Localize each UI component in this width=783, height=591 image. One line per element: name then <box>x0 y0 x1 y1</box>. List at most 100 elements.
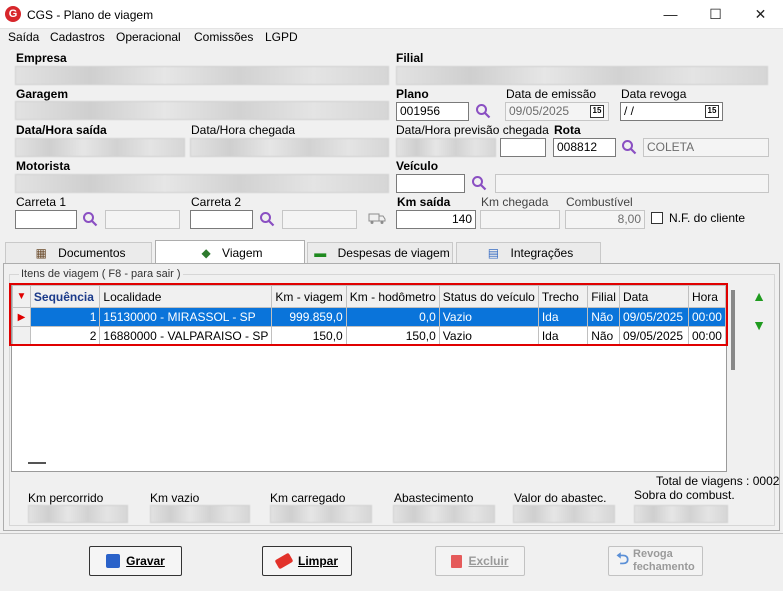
nf-cliente-checkbox[interactable] <box>651 212 663 224</box>
empresa-label: Empresa <box>16 51 67 65</box>
motorista-field[interactable] <box>15 174 389 193</box>
rota-search-icon[interactable] <box>621 139 637 155</box>
km-saida-input[interactable]: 140 <box>396 210 476 229</box>
abastecimento-label: Abastecimento <box>394 491 474 505</box>
table-row[interactable]: ▶ 1 15130000 - MIRASSOL - SP 999.859,0 0… <box>12 307 727 327</box>
km-percorrido-field <box>28 505 128 523</box>
col-data[interactable]: Data <box>618 285 689 308</box>
cell-localidade[interactable]: 15130000 - MIRASSOL - SP <box>99 307 273 327</box>
data-revoga-calendar-icon[interactable]: 15 <box>705 105 719 118</box>
plano-input[interactable]: 001956 <box>396 102 469 121</box>
km-percorrido-label: Km percorrido <box>28 491 104 505</box>
scrollbar-thumb[interactable] <box>731 290 735 370</box>
maximize-button[interactable]: ☐ <box>693 0 738 29</box>
km-chegada-input[interactable] <box>480 210 560 229</box>
motorista-label: Motorista <box>16 159 70 173</box>
revoga-label-stack: Revoga fechamento <box>633 548 695 573</box>
cell-km-hodometro[interactable]: 0,0 <box>345 307 440 327</box>
minimize-button[interactable]: — <box>648 0 693 29</box>
cell-localidade[interactable]: 16880000 - VALPARAISO - SP <box>99 326 273 346</box>
col-sequencia[interactable]: Sequência <box>29 285 101 308</box>
eraser-icon <box>274 552 294 570</box>
col-km-hodometro[interactable]: Km - hodômetro <box>345 285 440 308</box>
close-button[interactable]: ✕ <box>738 0 783 29</box>
hora-previsao-field[interactable] <box>500 138 546 157</box>
move-down-arrow-icon[interactable]: ▼ <box>752 317 766 333</box>
km-vazio-label: Km vazio <box>150 491 200 505</box>
carreta2-search-icon[interactable] <box>259 211 275 227</box>
truck-icon[interactable] <box>368 211 386 225</box>
rota-label: Rota <box>554 123 581 137</box>
carreta1-search-icon[interactable] <box>82 211 98 227</box>
garagem-field[interactable] <box>15 101 389 120</box>
menu-saida[interactable]: Saída <box>8 30 39 44</box>
cell-trecho[interactable]: Ida <box>537 326 589 346</box>
carreta2-label: Carreta 2 <box>191 195 242 209</box>
limpar-button[interactable]: Limpar <box>262 546 352 576</box>
cell-sequencia[interactable]: 1 <box>29 307 101 327</box>
menu-lgpd[interactable]: LGPD <box>265 30 298 44</box>
col-filial[interactable]: Filial <box>587 285 620 308</box>
menu-comissoes[interactable]: Comissões <box>194 30 253 44</box>
km-chegada-label: Km chegada <box>481 195 549 209</box>
revoga-fechamento-button[interactable]: ⮌ Revoga fechamento <box>608 546 703 576</box>
cell-sequencia[interactable]: 2 <box>29 326 101 346</box>
carreta1-descricao-field <box>105 210 180 229</box>
veiculo-search-icon[interactable] <box>471 175 487 191</box>
data-hora-saida-field[interactable] <box>15 138 185 157</box>
veiculo-descricao-field <box>495 174 769 193</box>
move-up-arrow-icon[interactable]: ▲ <box>752 288 766 304</box>
plano-search-icon[interactable] <box>475 103 491 119</box>
tab-integracoes[interactable]: ▤ Integrações <box>456 242 601 263</box>
itens-group-label: Itens de viagem ( F8 - para sair ) <box>19 268 183 280</box>
tab-despesas[interactable]: ▬ Despesas de viagem <box>307 242 453 263</box>
veiculo-label: Veículo <box>396 159 439 173</box>
filial-field[interactable] <box>396 66 768 85</box>
data-hora-chegada-field[interactable] <box>190 138 389 157</box>
cell-filial[interactable]: Não <box>587 326 620 346</box>
col-km-viagem[interactable]: Km - viagem <box>271 285 347 308</box>
grid-splitter[interactable] <box>28 462 46 464</box>
integration-icon: ▤ <box>487 246 500 260</box>
data-emissao-label: Data de emissão <box>506 87 597 101</box>
carreta2-input[interactable] <box>190 210 253 229</box>
tab-viagem[interactable]: ◆ Viagem <box>155 240 305 264</box>
excluir-button[interactable]: Excluir <box>435 546 525 576</box>
tab-documentos[interactable]: ▦ Documentos <box>5 242 152 263</box>
table-row[interactable]: 2 16880000 - VALPARAISO - SP 150,0 150,0… <box>12 326 727 346</box>
data-revoga-label: Data revoga <box>621 87 687 101</box>
money-icon: ▬ <box>314 246 327 260</box>
data-hora-chegada-label: Data/Hora chegada <box>191 123 296 137</box>
rota-input[interactable]: 008812 <box>553 138 616 157</box>
valor-abastec-field <box>513 505 615 523</box>
cell-status[interactable]: Vazio <box>438 326 539 346</box>
gravar-button[interactable]: Gravar <box>89 546 182 576</box>
combustivel-input[interactable]: 8,00 <box>565 210 645 229</box>
cell-trecho[interactable]: Ida <box>537 307 589 327</box>
cell-hora[interactable]: 00:00 <box>687 307 727 327</box>
menu-operacional[interactable]: Operacional <box>116 30 181 44</box>
cell-km-viagem[interactable]: 150,0 <box>271 326 347 346</box>
col-hora[interactable]: Hora <box>687 285 727 308</box>
veiculo-input[interactable] <box>396 174 465 193</box>
col-trecho[interactable]: Trecho <box>537 285 589 308</box>
cell-km-hodometro[interactable]: 150,0 <box>345 326 440 346</box>
cell-data[interactable]: 09/05/2025 <box>618 326 689 346</box>
cell-km-viagem[interactable]: 999.859,0 <box>271 307 347 327</box>
carreta1-input[interactable] <box>15 210 77 229</box>
itens-grid[interactable]: ▼ Sequência Localidade Km - viagem Km - … <box>11 284 727 472</box>
menu-cadastros[interactable]: Cadastros <box>50 30 105 44</box>
cell-filial[interactable]: Não <box>587 307 620 327</box>
col-status-veiculo[interactable]: Status do veículo <box>438 285 539 308</box>
data-emissao-calendar-icon[interactable]: 15 <box>590 105 604 118</box>
col-localidade[interactable]: Localidade <box>99 285 273 308</box>
plano-label: Plano <box>396 87 429 101</box>
documents-icon: ▦ <box>35 246 47 260</box>
cell-data[interactable]: 09/05/2025 <box>618 307 689 327</box>
data-previsao-field[interactable] <box>396 138 496 157</box>
carreta2-descricao-field <box>282 210 357 229</box>
cell-hora[interactable]: 00:00 <box>687 326 727 346</box>
cell-status[interactable]: Vazio <box>438 307 539 327</box>
filial-label: Filial <box>396 51 424 65</box>
empresa-field[interactable] <box>15 66 389 85</box>
